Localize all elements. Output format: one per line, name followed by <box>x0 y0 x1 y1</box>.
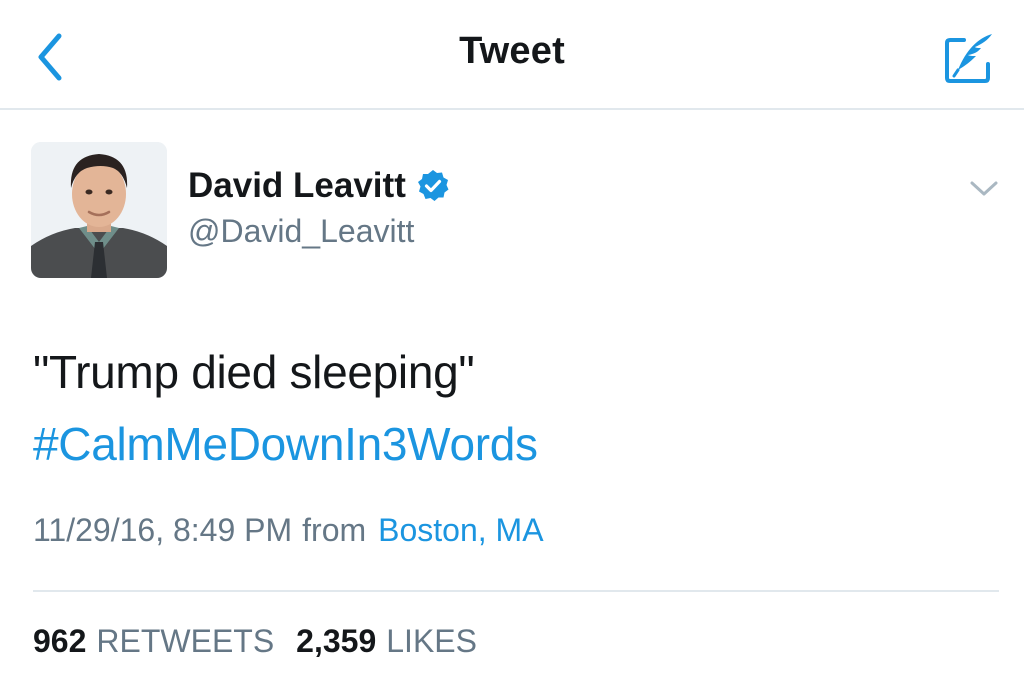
author-name: David Leavitt <box>188 166 406 205</box>
divider <box>33 590 999 592</box>
chevron-down-icon <box>970 181 998 196</box>
avatar[interactable] <box>31 142 167 278</box>
tweet-meta: 11/29/16, 8:49 PM from Boston, MA <box>33 512 544 549</box>
author-handle[interactable]: @David_Leavitt <box>188 213 414 250</box>
retweets-count: 962 <box>33 623 87 659</box>
avatar-photo <box>31 142 167 278</box>
from-label: from <box>302 512 367 548</box>
likes-stat[interactable]: 2,359 LIKES <box>296 623 477 660</box>
tweet-options-button[interactable] <box>966 174 1002 204</box>
compose-feather-icon <box>945 34 992 83</box>
page-title: Tweet <box>459 30 565 72</box>
nav-header: Tweet <box>0 0 1024 110</box>
author-name-row[interactable]: David Leavitt <box>188 166 450 206</box>
verified-badge-icon <box>416 169 450 203</box>
compose-button[interactable] <box>938 26 1002 90</box>
hashtag-link[interactable]: #CalmMeDownIn3Words <box>33 408 538 480</box>
tweet-text: "Trump died sleeping" <box>33 346 475 398</box>
timestamp: 11/29/16, 8:49 PM <box>33 512 293 548</box>
tweet-detail-screen: Tweet David Leavitt @David_Leavitt "Trum… <box>0 0 1024 696</box>
retweets-stat[interactable]: 962 RETWEETS <box>33 623 274 660</box>
location-link[interactable]: Boston, MA <box>378 512 543 549</box>
tweet-stats: 962 RETWEETS 2,359 LIKES <box>33 623 477 660</box>
retweets-label: RETWEETS <box>96 623 275 659</box>
likes-label: LIKES <box>386 623 477 659</box>
likes-count: 2,359 <box>296 623 377 659</box>
